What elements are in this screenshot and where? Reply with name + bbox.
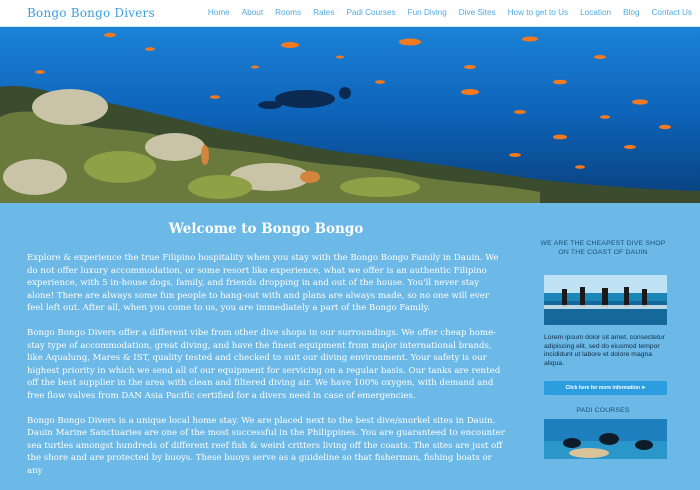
nav-rates[interactable]: Rates [313, 8, 334, 17]
padi-courses-photo [544, 419, 667, 460]
sidebar-title: WE ARE THE CHEAPEST DIVE SHOP ON THE COA… [540, 240, 666, 256]
sidebar-text: Lorem ipsum dolor sit amet, consectetur … [544, 334, 665, 367]
nav-fun-diving[interactable]: Fun Diving [408, 8, 447, 17]
page-title: Welcome to Bongo Bongo [168, 221, 364, 237]
nav-blog[interactable]: Blog [623, 8, 639, 17]
main-nav: Home About Rooms Rates Padi Courses Fun … [196, 8, 692, 17]
divers-boat-photo [544, 275, 667, 325]
nav-how-to-get-to-us[interactable]: How to get to Us [508, 8, 569, 17]
top-navbar: Bongo Bongo Divers Home About Rooms Rate… [0, 0, 700, 27]
main-column: Welcome to Bongo Bongo Explore & experie… [27, 221, 505, 490]
page-content: Welcome to Bongo Bongo Explore & experie… [0, 203, 700, 476]
hero-slider[interactable] [0, 27, 700, 203]
nav-dive-sites[interactable]: Dive Sites [459, 8, 496, 17]
site-logo-text[interactable]: Bongo Bongo Divers [27, 6, 155, 20]
nav-contact-us[interactable]: Contact Us [652, 8, 693, 17]
nav-rooms[interactable]: Rooms [275, 8, 301, 17]
intro-paragraph-1: Explore & experience the true Filipino h… [27, 253, 499, 314]
padi-courses-heading: PADI COURSES [576, 407, 630, 415]
nav-about[interactable]: About [242, 8, 263, 17]
intro-paragraph-3: Bongo Bongo Divers is a unique local hom… [27, 415, 505, 476]
nav-home[interactable]: Home [208, 8, 230, 17]
intro-paragraph-2: Bongo Bongo Divers offer a different vib… [27, 327, 501, 401]
nav-padi-courses[interactable]: Padi Courses [346, 8, 395, 17]
more-info-button[interactable]: Click here for more information ➤ [544, 381, 667, 396]
nav-location[interactable]: Location [580, 8, 611, 17]
underwater-reef-image [0, 27, 700, 203]
sidebar: WE ARE THE CHEAPEST DIVE SHOP ON THE COA… [536, 239, 670, 460]
